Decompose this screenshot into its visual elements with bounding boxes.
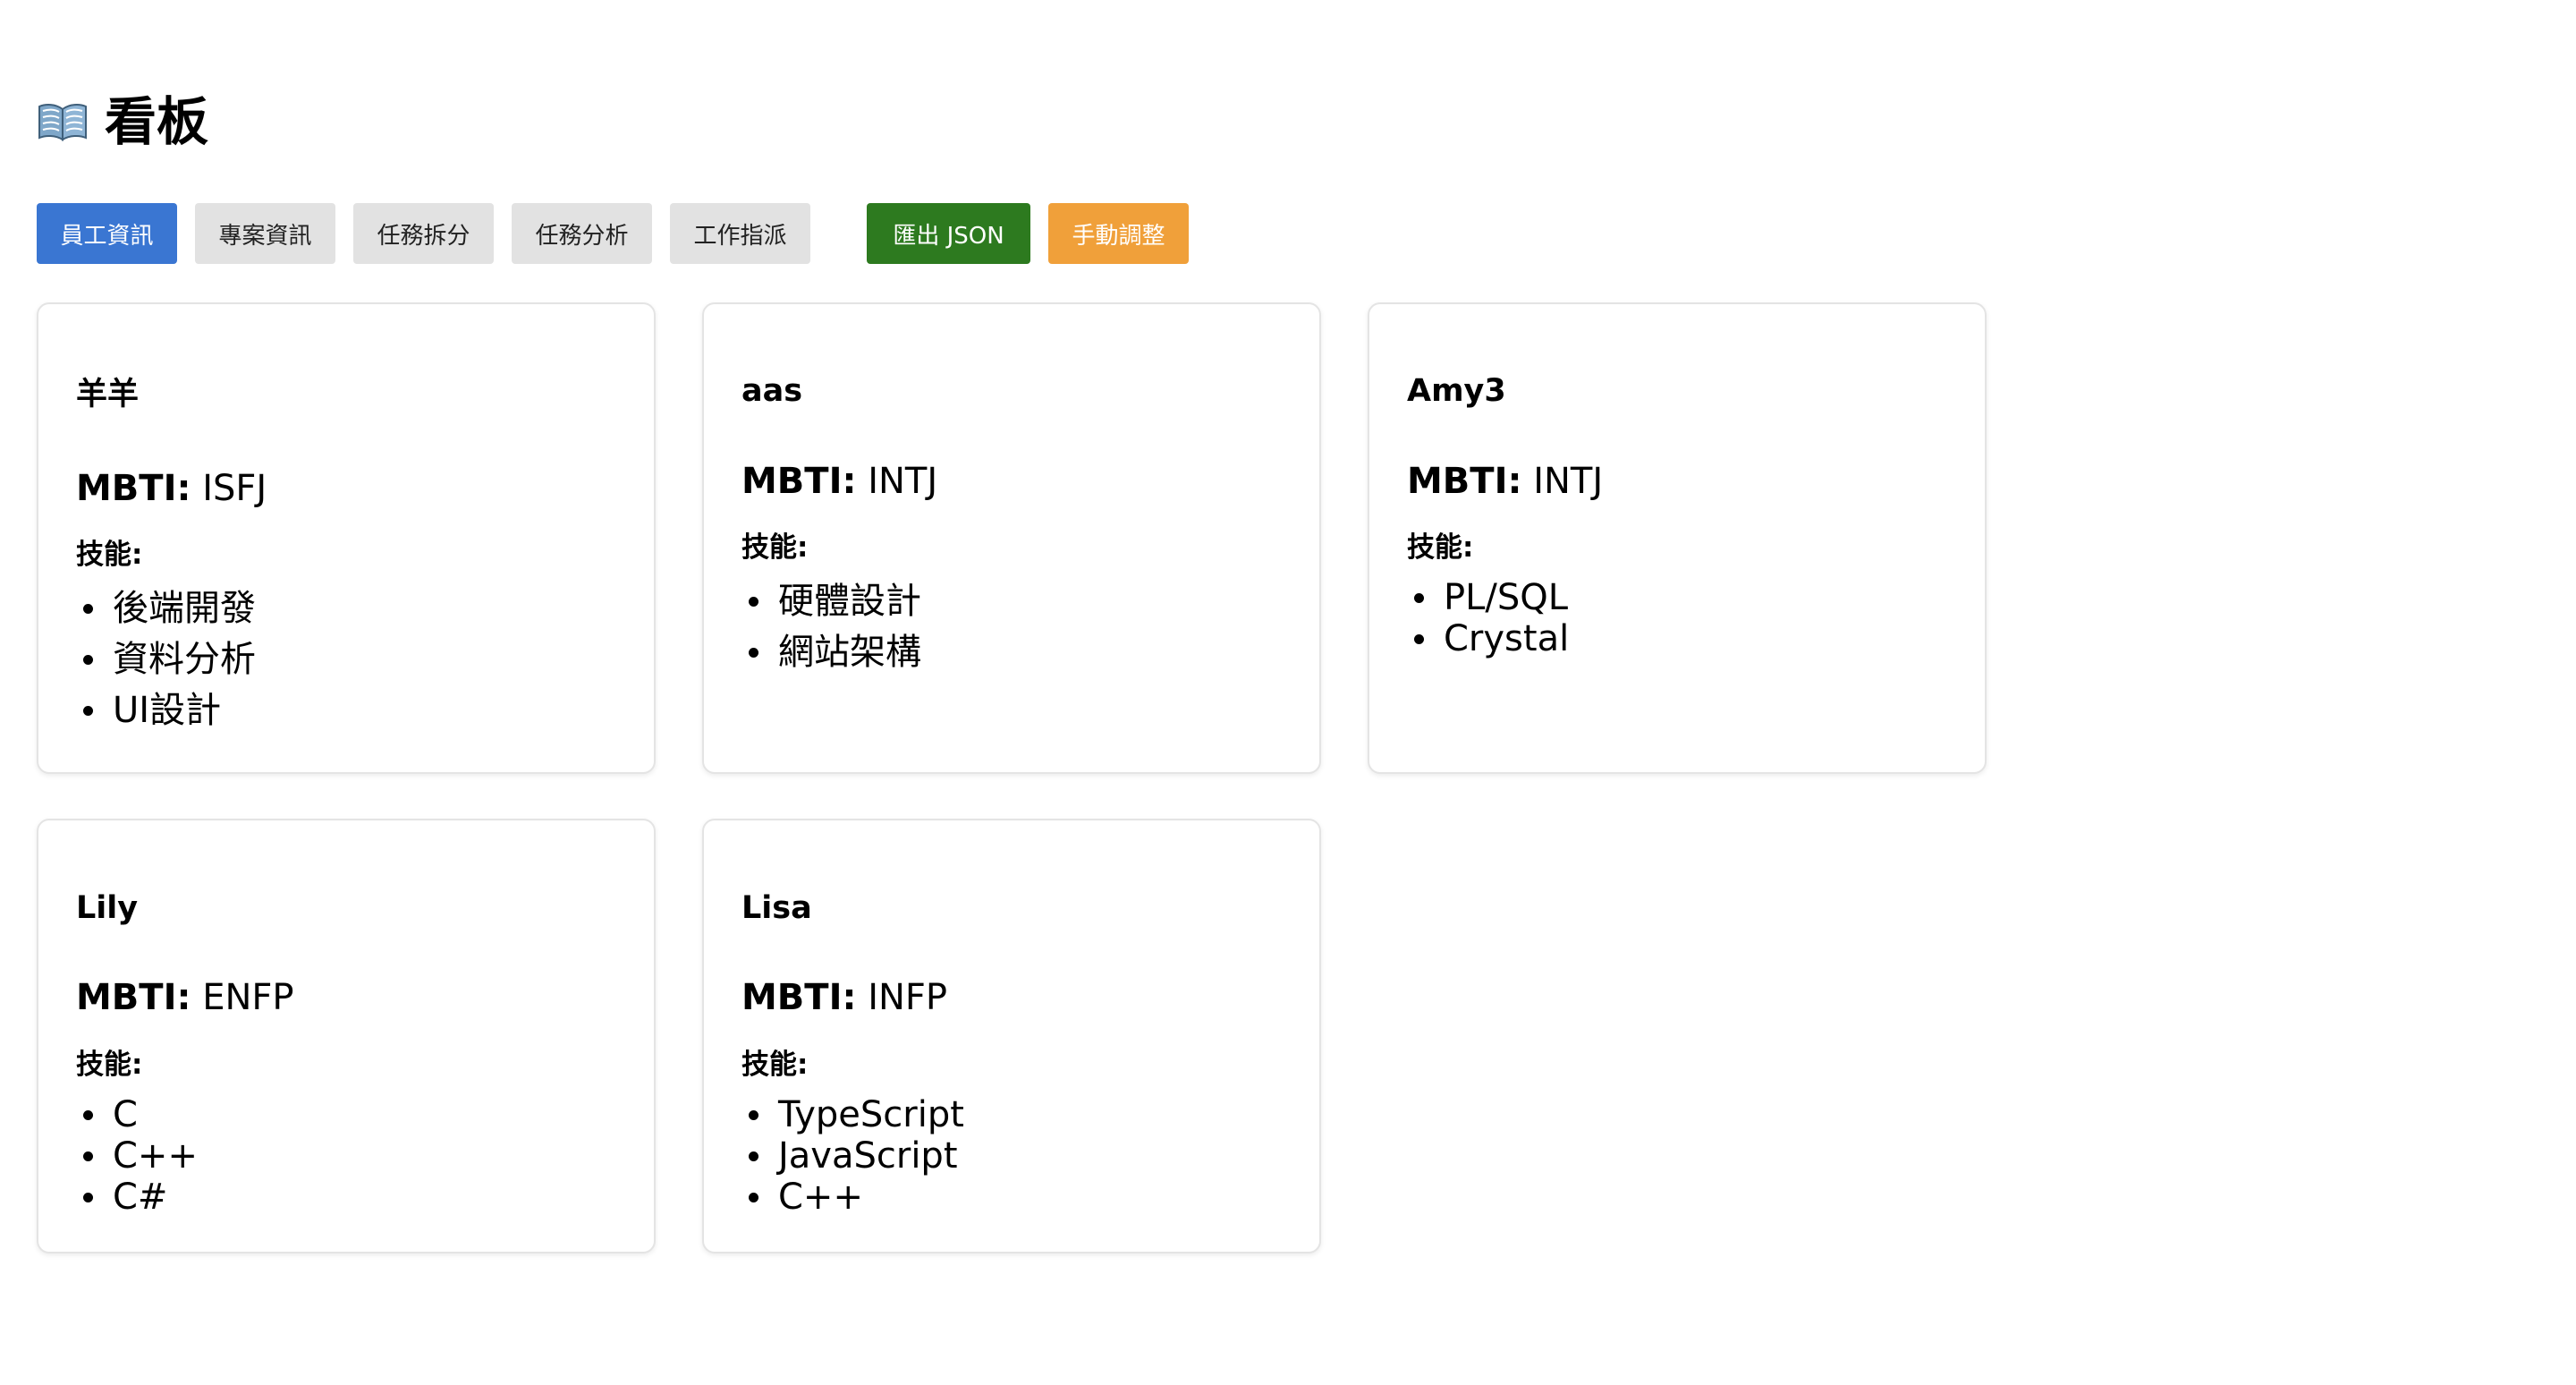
mbti-label: MBTI: [741, 461, 857, 502]
skills-label: 技能: [741, 531, 809, 564]
skill-item: C++ [741, 1179, 964, 1215]
employee-card[interactable]: 羊羊 MBTI: ISFJ 技能: 後端開發 資料分析 UI設計 [37, 302, 656, 774]
employee-mbti: MBTI: INTJ [741, 463, 937, 499]
employee-mbti: MBTI: ENFP [76, 980, 294, 1015]
tab-task-breakdown[interactable]: 任務拆分 [353, 203, 494, 264]
skills-label: 技能: [76, 539, 143, 571]
employee-name: 羊羊 [76, 377, 140, 412]
tab-task-analysis[interactable]: 任務分析 [512, 203, 652, 264]
employee-card[interactable]: Lisa MBTI: INFP 技能: TypeScript JavaScrip… [702, 819, 1321, 1253]
mbti-value: ISFJ [202, 468, 267, 509]
skills-label: 技能: [1407, 531, 1474, 564]
employee-card[interactable]: Amy3 MBTI: INTJ 技能: PL/SQL Crystal [1368, 302, 1987, 774]
skill-list: 後端開發 資料分析 UI設計 [76, 591, 256, 728]
skill-item: 資料分析 [76, 642, 256, 677]
skill-item: JavaScript [741, 1138, 964, 1174]
mbti-value: INTJ [1533, 461, 1604, 502]
tab-project-info[interactable]: 專案資訊 [195, 203, 335, 264]
mbti-label: MBTI: [76, 468, 191, 509]
skill-item: 網站架構 [741, 634, 921, 670]
mbti-value: INTJ [868, 461, 938, 502]
skill-item: C++ [76, 1138, 198, 1174]
skill-item: Crystal [1407, 621, 1569, 657]
employee-mbti: MBTI: INTJ [1407, 463, 1603, 499]
header: 看板 [37, 86, 208, 157]
mbti-label: MBTI: [76, 977, 191, 1018]
page: 看板 員工資訊 專案資訊 任務拆分 任務分析 工作指派 匯出 JSON 手動調整… [0, 0, 2576, 1385]
skills-label: 技能: [76, 1049, 143, 1081]
employee-name: Lisa [741, 890, 812, 926]
mbti-value: INFP [868, 977, 948, 1018]
skill-item: 硬體設計 [741, 583, 921, 619]
mbti-label: MBTI: [1407, 461, 1522, 502]
open-book-icon [37, 102, 89, 141]
employee-card[interactable]: Lily MBTI: ENFP 技能: C C++ C# [37, 819, 656, 1253]
tab-work-assignment[interactable]: 工作指派 [670, 203, 810, 264]
employee-name: Lily [76, 890, 139, 926]
skill-list: PL/SQL Crystal [1407, 580, 1569, 657]
export-json-button[interactable]: 匯出 JSON [867, 203, 1030, 264]
skill-item: C# [76, 1179, 198, 1215]
mbti-value: ENFP [202, 977, 294, 1018]
skill-list: 硬體設計 網站架構 [741, 583, 921, 670]
manual-adjust-button[interactable]: 手動調整 [1048, 203, 1189, 264]
skill-list: C C++ C# [76, 1097, 198, 1215]
employee-mbti: MBTI: INFP [741, 980, 947, 1015]
mbti-label: MBTI: [741, 977, 857, 1018]
tab-employee-info[interactable]: 員工資訊 [37, 203, 177, 264]
page-title: 看板 [105, 91, 209, 152]
employee-card[interactable]: aas MBTI: INTJ 技能: 硬體設計 網站架構 [702, 302, 1321, 774]
skill-item: C [76, 1097, 198, 1133]
employee-name: aas [741, 373, 803, 409]
skills-label: 技能: [741, 1049, 809, 1081]
skill-item: PL/SQL [1407, 580, 1569, 616]
employee-mbti: MBTI: ISFJ [76, 471, 267, 506]
skill-item: 後端開發 [76, 591, 256, 626]
skill-list: TypeScript JavaScript C++ [741, 1097, 964, 1215]
skill-item: UI設計 [76, 692, 256, 728]
skill-item: TypeScript [741, 1097, 964, 1133]
employee-name: Amy3 [1407, 373, 1506, 409]
